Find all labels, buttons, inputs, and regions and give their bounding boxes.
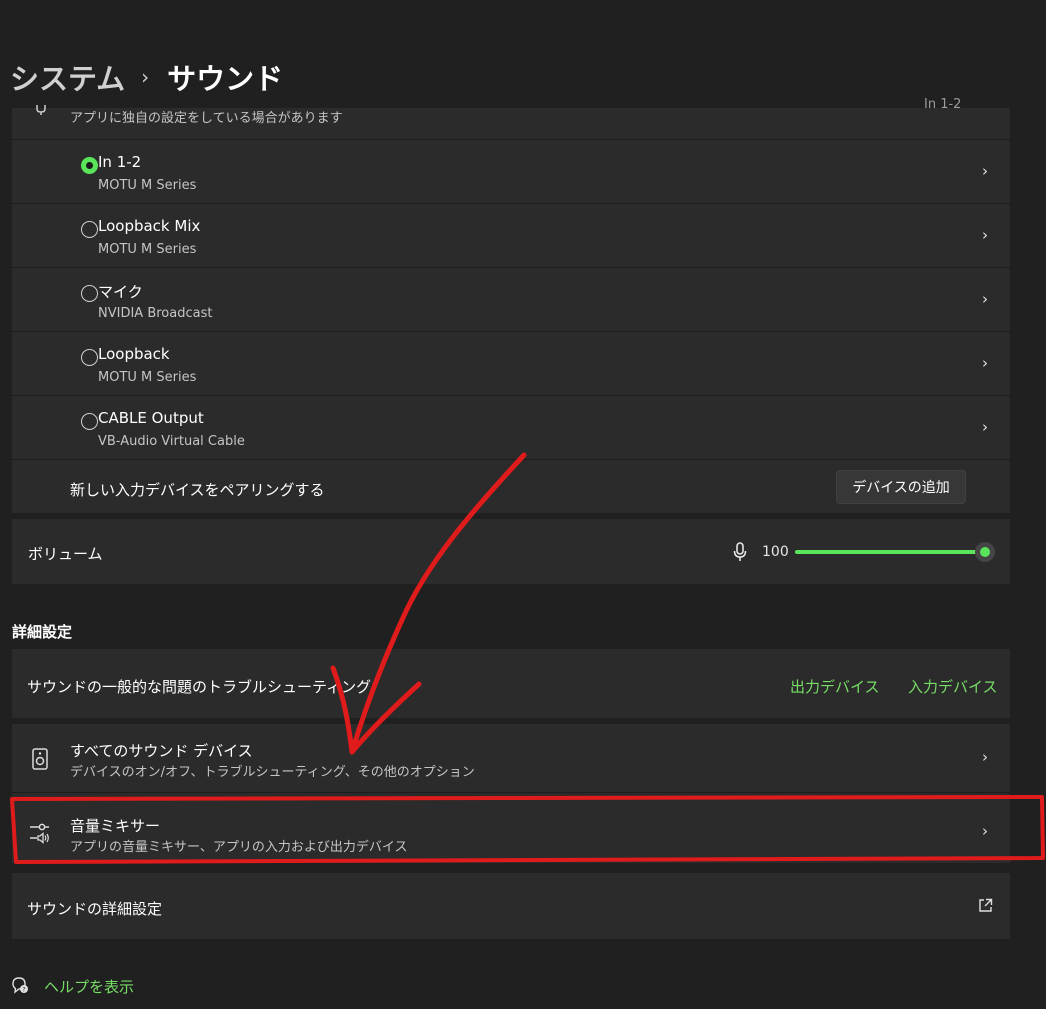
annotation-highlight-box (10, 795, 1045, 864)
annotation-overlay (10, 452, 1045, 864)
annotation-arrow-shaft (349, 452, 527, 755)
